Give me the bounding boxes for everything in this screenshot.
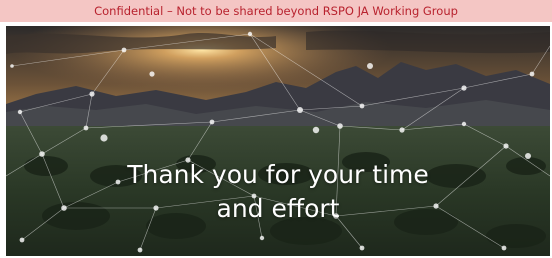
confidential-text: Confidential – Not to be shared beyond R… <box>94 4 458 18</box>
slide: Confidential – Not to be shared beyond R… <box>0 0 552 258</box>
confidential-banner: Confidential – Not to be shared beyond R… <box>0 0 552 22</box>
thank-you-line-2: and effort <box>216 194 340 223</box>
thank-you-line-1: Thank you for your time <box>127 160 429 189</box>
thank-you-message: Thank you for your time and effort <box>6 158 550 226</box>
